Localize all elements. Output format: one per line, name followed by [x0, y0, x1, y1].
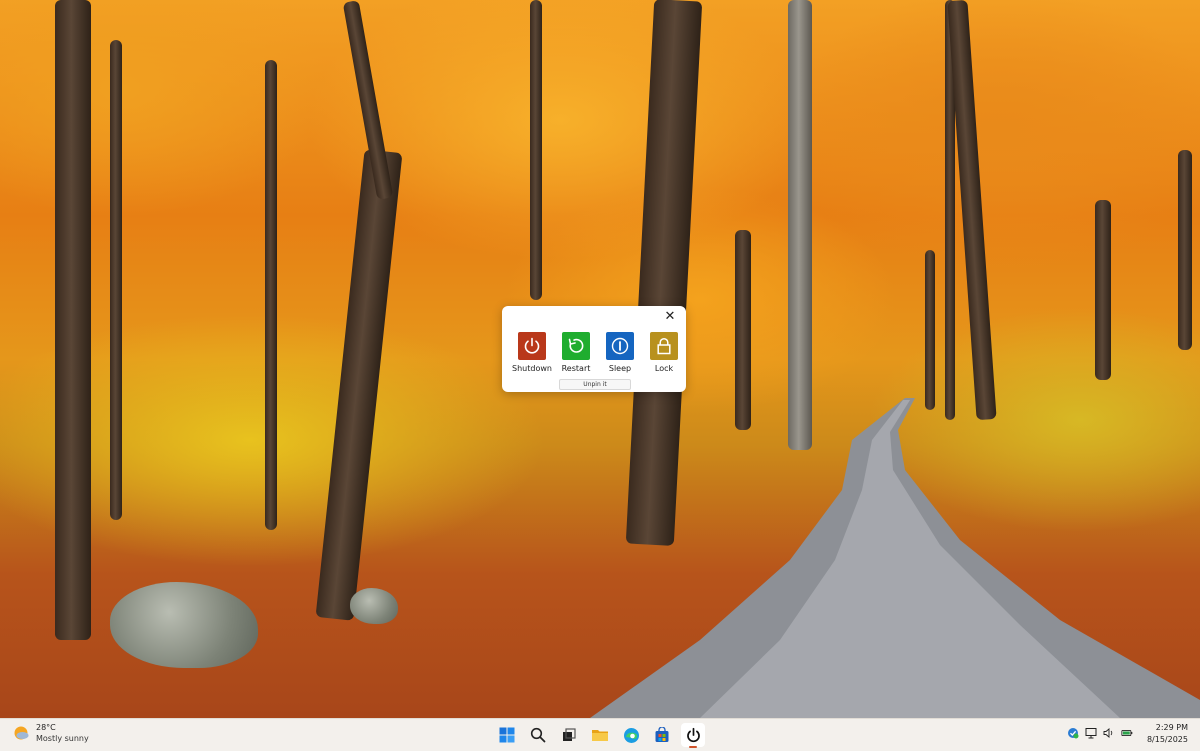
power-icon — [524, 337, 540, 354]
edge-browser-icon — [623, 727, 639, 743]
task-view-icon — [563, 728, 576, 741]
task-view-button[interactable] — [557, 723, 581, 747]
lock-icon — [657, 337, 671, 355]
start-button[interactable] — [495, 723, 519, 747]
battery-icon — [1121, 730, 1133, 736]
shutdown-button[interactable]: Shutdown — [510, 332, 554, 373]
weather-temperature: 28°C — [36, 723, 56, 732]
windows-logo-icon — [499, 727, 515, 743]
security-icon — [1068, 728, 1079, 739]
lock-label: Lock — [654, 364, 674, 373]
weather-description: Mostly sunny — [36, 734, 89, 743]
wallpaper-tree — [1178, 150, 1192, 350]
power-icon — [686, 727, 700, 742]
battery-tray-button[interactable] — [1121, 727, 1133, 739]
volume-tray-button[interactable] — [1103, 727, 1115, 739]
sleep-icon — [611, 337, 629, 355]
shutdown-label: Shutdown — [512, 364, 552, 373]
power-actions: Shutdown Restart Sleep Lock — [510, 332, 686, 373]
close-button[interactable]: ✕ — [663, 310, 677, 324]
wallpaper-tree — [625, 0, 703, 546]
restart-icon — [568, 338, 584, 353]
clock-date: 8/15/2025 — [1146, 735, 1188, 744]
search-icon — [530, 727, 546, 743]
file-explorer-button[interactable] — [588, 723, 612, 747]
restart-button[interactable]: Restart — [554, 332, 598, 373]
unpin-button[interactable]: Unpin it — [559, 379, 631, 390]
store-button[interactable] — [650, 723, 674, 747]
power-app-button[interactable] — [681, 723, 705, 748]
store-icon — [655, 727, 669, 742]
wallpaper-rock — [350, 588, 398, 624]
wallpaper-tree — [735, 230, 751, 430]
wallpaper-tree — [315, 149, 403, 621]
restart-label: Restart — [561, 364, 591, 373]
volume-icon — [1103, 728, 1113, 738]
wallpaper-tree — [55, 0, 91, 640]
system-tray — [1067, 727, 1133, 739]
wallpaper-tree — [925, 250, 935, 410]
sleep-label: Sleep — [608, 364, 632, 373]
wallpaper-tree — [265, 60, 277, 530]
shutdown-tile — [518, 332, 546, 360]
weather-widget[interactable]: 28°C Mostly sunny — [12, 722, 89, 744]
network-tray-button[interactable] — [1085, 727, 1097, 739]
taskbar: 28°C Mostly sunny 2:29 PM 8/15/2025 — [0, 718, 1200, 751]
taskbar-clock[interactable]: 2:29 PM 8/15/2025 — [1147, 722, 1188, 746]
taskbar-apps — [495, 723, 705, 748]
wallpaper-rock — [110, 582, 258, 668]
wallpaper-tree — [1095, 200, 1111, 380]
network-icon — [1085, 728, 1097, 739]
sleep-tile — [606, 332, 634, 360]
edge-browser-button[interactable] — [619, 723, 643, 747]
folder-icon — [592, 730, 608, 741]
sleep-button[interactable]: Sleep — [598, 332, 642, 373]
search-button[interactable] — [526, 723, 550, 747]
power-options-popup: ✕ Shutdown Restart Sleep Lock Unpin it — [502, 306, 686, 392]
lock-tile — [650, 332, 678, 360]
security-tray-button[interactable] — [1067, 727, 1079, 739]
wallpaper-tree — [530, 0, 542, 300]
restart-tile — [562, 332, 590, 360]
lock-button[interactable]: Lock — [642, 332, 686, 373]
clock-time: 2:29 PM — [1155, 723, 1188, 732]
wallpaper-tree — [110, 40, 122, 520]
partly-sunny-icon — [14, 726, 29, 740]
wallpaper-tree — [788, 0, 812, 450]
close-icon: ✕ — [664, 309, 676, 324]
